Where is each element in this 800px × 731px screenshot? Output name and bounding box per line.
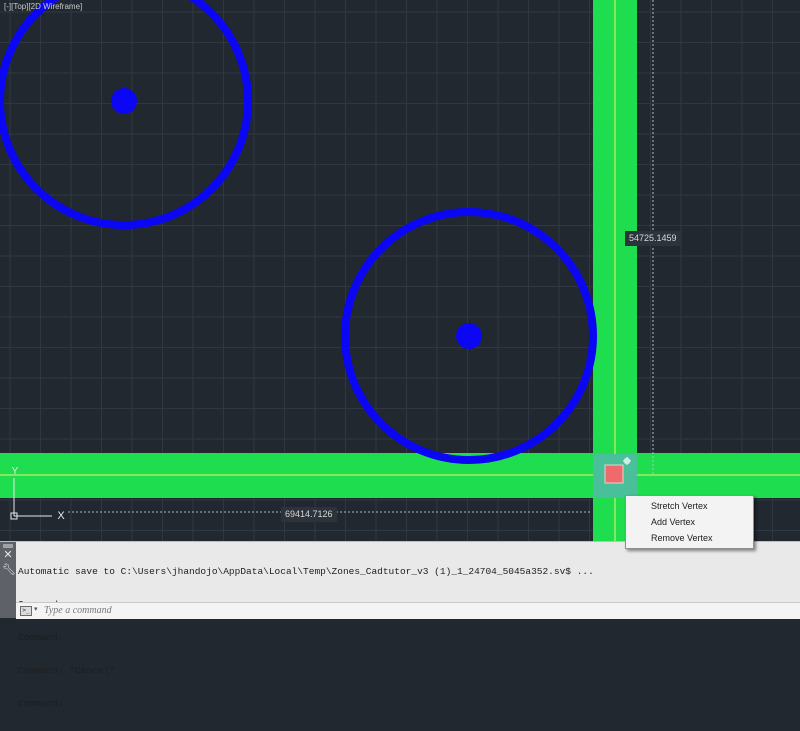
command-history-line: Command: — [18, 632, 64, 643]
dynamic-input-vertical[interactable]: 54725.1459 — [625, 231, 681, 246]
command-window: ✕ 🔧︎ Automatic save to C:\Users\jhandojo… — [0, 541, 800, 709]
close-icon[interactable]: ✕ — [2, 549, 14, 561]
command-history-line: Command: — [18, 698, 64, 709]
grip-context-menu: Stretch Vertex Add Vertex Remove Vertex — [625, 495, 754, 549]
menu-item-remove-vertex[interactable]: Remove Vertex — [626, 530, 753, 546]
viewport-controls-label[interactable]: [-][Top][2D Wireframe] — [4, 2, 82, 11]
wrench-icon[interactable]: 🔧︎ — [2, 564, 16, 576]
chevron-down-icon[interactable]: ▾ — [34, 605, 38, 613]
drawing-viewport[interactable]: Y X [-][Top][2D Wireframe] 54725.1459 69… — [0, 0, 800, 541]
command-prompt-icon[interactable]: >_ — [20, 606, 32, 616]
command-input-row: >_ ▾ — [16, 602, 800, 619]
drawing-canvas[interactable]: Y X — [0, 0, 800, 541]
ucs-x-label: X — [57, 510, 65, 522]
circle-1-center[interactable] — [111, 88, 137, 114]
command-history-line: Command: *Cancel* — [18, 665, 115, 676]
ucs-y-label: Y — [12, 466, 19, 477]
circle-2-center[interactable] — [456, 323, 482, 349]
vertex-grip[interactable] — [604, 464, 624, 484]
menu-item-stretch-vertex[interactable]: Stretch Vertex — [626, 498, 753, 514]
command-input[interactable] — [44, 604, 784, 617]
command-history-line: Automatic save to C:\Users\jhandojo\AppD… — [18, 566, 594, 577]
dynamic-input-horizontal[interactable]: 69414.7126 — [281, 507, 337, 522]
command-history: Automatic save to C:\Users\jhandojo\AppD… — [18, 544, 796, 731]
command-window-grip[interactable]: ✕ 🔧︎ — [0, 542, 16, 618]
menu-item-add-vertex[interactable]: Add Vertex — [626, 514, 753, 530]
